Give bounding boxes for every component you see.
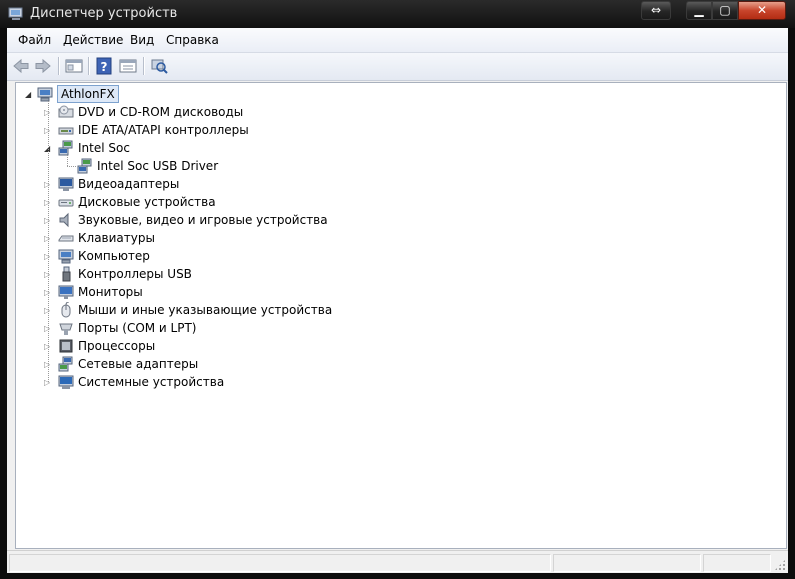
menu-help[interactable]: Справка [166, 33, 219, 47]
network-device-icon [58, 140, 73, 156]
speaker-icon [59, 212, 69, 228]
tree-category-node[interactable]: ▷Мыши и иные указывающие устройства [16, 301, 776, 319]
device-label: Дисковые устройства [78, 195, 216, 209]
status-pane-secondary [553, 554, 701, 572]
device-label: Мыши и иные указывающие устройства [78, 303, 333, 317]
mouse-icon [61, 302, 71, 318]
computer-icon [37, 87, 53, 102]
toolbar: ? [7, 53, 788, 81]
network-adapter-icon [58, 356, 73, 372]
maximize-icon: ▢ [719, 3, 731, 17]
monitor-icon [58, 285, 74, 299]
properties-icon[interactable] [118, 57, 138, 75]
tree-category-node[interactable]: ▷Видеоадаптеры [16, 175, 776, 193]
tree-category-node[interactable]: ▷Клавиатуры [16, 229, 776, 247]
device-label: DVD и CD-ROM дисководы [78, 105, 244, 119]
processor-icon [59, 339, 73, 353]
tree-category-node[interactable]: ▷Звуковые, видео и игровые устройства [16, 211, 776, 229]
back-icon[interactable] [11, 57, 31, 75]
collapse-arrow-icon[interactable]: ◢ [25, 90, 34, 99]
device-label: Системные устройства [78, 375, 225, 389]
tree-category-node[interactable]: ▷Сетевые адаптеры [16, 355, 776, 373]
tree-category-node[interactable]: ▷Порты (COM и LPT) [16, 319, 776, 337]
help-icon[interactable]: ? [94, 57, 114, 75]
tree-category-node[interactable]: ▷Процессоры [16, 337, 776, 355]
minimize-button[interactable]: ▁ [686, 1, 712, 20]
svg-text:?: ? [101, 60, 108, 74]
scan-hardware-icon[interactable] [149, 57, 169, 75]
display-adapter-icon [58, 177, 74, 191]
device-label: Процессоры [78, 339, 156, 353]
toolbar-separator [88, 57, 90, 75]
device-label: Компьютер [78, 249, 150, 263]
client-area: Файл Действие Вид Справка ? ◢ AthlonFX D… [7, 28, 788, 573]
menu-view[interactable]: Вид [130, 33, 154, 47]
tree-category-node[interactable]: ▷Контроллеры USB [16, 265, 776, 283]
window-title: Диспетчер устройств [30, 6, 178, 21]
menu-bar: Файл Действие Вид Справка [7, 28, 788, 53]
ide-controller-icon [58, 127, 74, 135]
device-tree[interactable]: ◢ AthlonFX▷DVD и CD-ROM дисководы▷IDE ATA… [15, 82, 787, 549]
port-icon [59, 323, 73, 335]
tree-device-node[interactable]: Intel Soc USB Driver [16, 157, 776, 175]
tree-root-node[interactable]: ◢ AthlonFX [16, 85, 776, 103]
status-pane-tertiary [703, 554, 771, 572]
root-node-label: AthlonFX [57, 85, 119, 103]
menu-file[interactable]: Файл [18, 33, 51, 47]
device-label: Intel Soc [78, 141, 130, 155]
toolbar-separator [143, 57, 145, 75]
title-bar[interactable]: Диспетчер устройств ⇔ ▁ ▢ ✕ [0, 0, 795, 28]
usb-icon [62, 266, 71, 282]
system-device-icon [58, 375, 74, 389]
close-icon: ✕ [756, 3, 768, 17]
tree-connector-line [48, 101, 49, 382]
device-label: Мониторы [78, 285, 143, 299]
device-label: Звуковые, видео и игровые устройства [78, 213, 328, 227]
swap-icon: ⇔ [650, 3, 662, 17]
tree-category-node[interactable]: ◢Intel Soc [16, 139, 776, 157]
device-manager-icon [8, 7, 23, 20]
device-label: IDE ATA/ATAPI контроллеры [78, 123, 249, 137]
computer-icon [58, 249, 74, 264]
device-manager-window: Диспетчер устройств ⇔ ▁ ▢ ✕ Файл Действи… [0, 0, 795, 579]
device-label: Сетевые адаптеры [78, 357, 199, 371]
menu-action[interactable]: Действие [63, 33, 123, 47]
tree-category-node[interactable]: ▷IDE ATA/ATAPI контроллеры [16, 121, 776, 139]
device-label: Intel Soc USB Driver [97, 159, 219, 173]
device-label: Контроллеры USB [78, 267, 192, 281]
network-device-icon [77, 158, 92, 174]
disk-drive-icon [58, 199, 74, 207]
minimize-icon: ▁ [694, 3, 704, 17]
swap-window-button[interactable]: ⇔ [641, 1, 671, 20]
device-label: Клавиатуры [78, 231, 155, 245]
maximize-button[interactable]: ▢ [712, 1, 738, 20]
close-button[interactable]: ✕ [738, 1, 786, 20]
tree-category-node[interactable]: ▷Мониторы [16, 283, 776, 301]
forward-icon[interactable] [33, 57, 53, 75]
dvd-drive-icon [58, 105, 74, 118]
status-pane-main [9, 554, 551, 572]
resize-grip[interactable] [774, 559, 786, 571]
device-label: Порты (COM и LPT) [78, 321, 197, 335]
tree-category-node[interactable]: ▷Компьютер [16, 247, 776, 265]
tree-category-node[interactable]: ▷DVD и CD-ROM дисководы [16, 103, 776, 121]
device-label: Видеоадаптеры [78, 177, 180, 191]
status-bar [7, 550, 788, 573]
tree-category-node[interactable]: ▷ Системные устройства [16, 373, 776, 391]
keyboard-icon [58, 235, 74, 242]
show-hide-console-tree-icon[interactable] [64, 57, 84, 75]
tree-category-node[interactable]: ▷Дисковые устройства [16, 193, 776, 211]
toolbar-separator [58, 57, 60, 75]
